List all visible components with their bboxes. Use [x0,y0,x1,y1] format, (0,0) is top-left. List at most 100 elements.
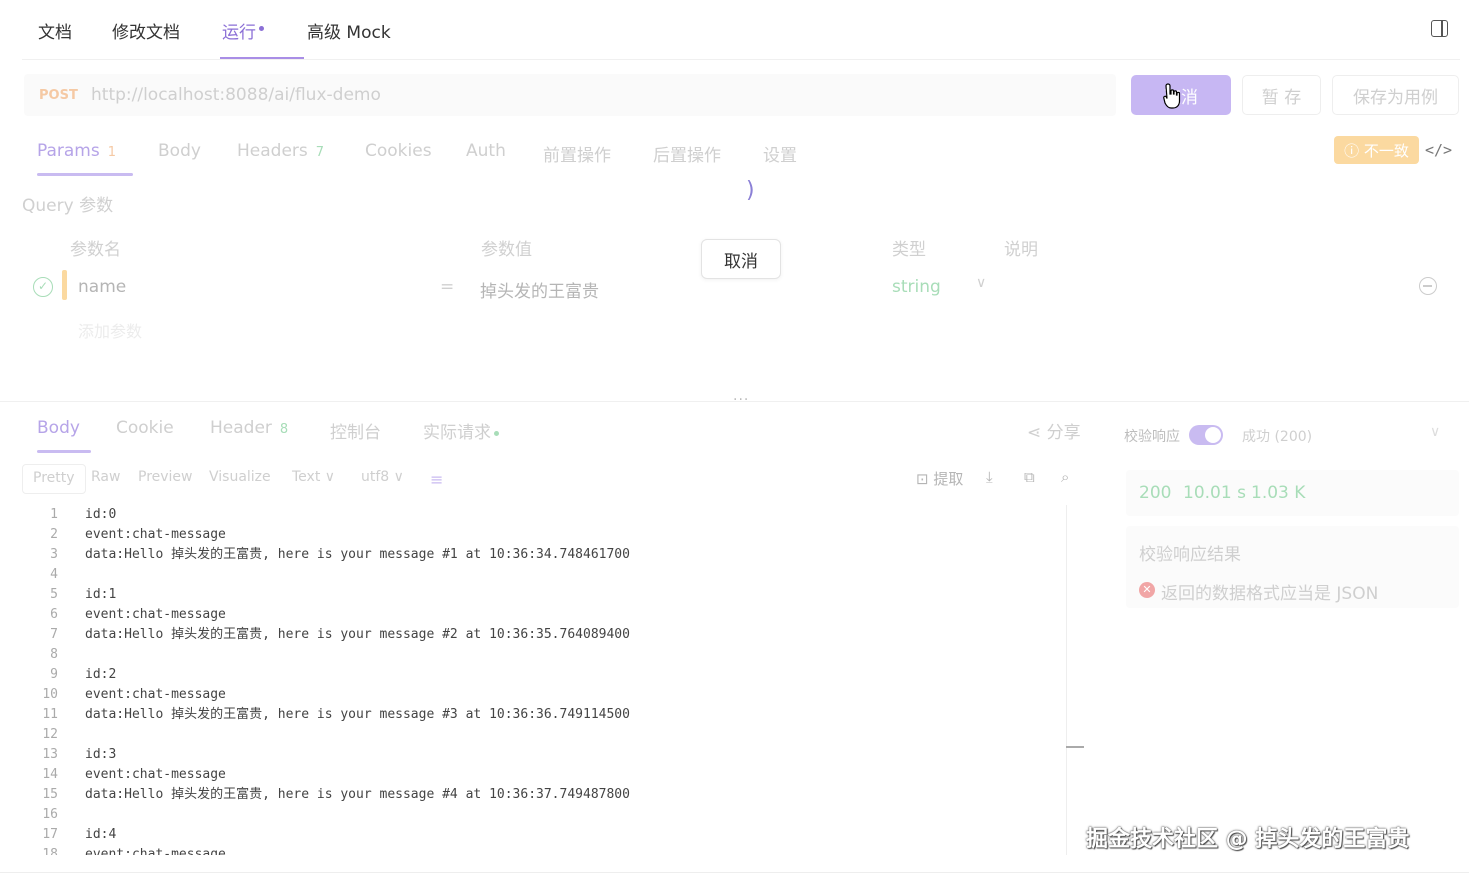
col-header-desc: 说明 [1004,240,1038,260]
res-tab-header-badge: 8 [279,422,289,437]
req-tab-body[interactable]: Body [158,141,201,161]
res-tab-cookie[interactable]: Cookie [116,418,174,438]
res-tab-header-label: Header [210,418,272,438]
error-icon: ✕ [1139,582,1155,598]
format-raw[interactable]: Raw [91,469,120,485]
validation-result: 校验响应结果 ✕ 返回的数据格式应当是 JSON [1126,526,1459,608]
req-tab-settings[interactable]: 设置 [763,141,797,166]
param-type-select[interactable]: string [892,277,941,297]
copy-icon[interactable]: ⧉ [1024,468,1035,486]
status-dot [494,430,499,436]
res-tab-console[interactable]: 控制台 [330,418,381,443]
req-tab-headers-badge: 7 [315,145,325,160]
validate-response-label: 校验响应 [1124,429,1180,445]
code-scrollbar[interactable] [1066,505,1067,855]
panel-toggle-icon[interactable] [1431,20,1448,37]
res-tab-console-label: 控制台 [330,423,381,443]
mismatch-label: 不一致 [1363,141,1409,160]
tab-docs[interactable]: 文档 [38,18,72,43]
wrap-lines-icon[interactable]: ≡ [430,470,443,489]
req-tab-post-ops-label: 后置操作 [653,146,721,166]
tab-advanced-mock[interactable]: 高级 Mock [307,18,391,43]
validate-toggle[interactable] [1189,425,1223,445]
row-indicator [62,270,67,300]
check-circle-icon[interactable]: ✓ [33,277,53,297]
scroll-thumb[interactable] [1066,746,1084,748]
req-tab-headers[interactable]: Headers 7 [237,141,324,161]
remove-param-icon[interactable] [1419,277,1437,295]
response-body-viewer[interactable]: 1 id:0 2 event:chat-message 3 data:Hello 掉头发的… [22,505,1062,855]
url-input[interactable]: http://localhost:8088/ai/flux-demo [91,85,381,105]
http-method[interactable]: POST [39,88,78,103]
code-line: 1 id:0 [22,505,1062,525]
line-number: 4 [50,567,58,582]
watermark: 掘金技术社区 @ 掉头发的王富贵 [1086,827,1410,852]
line-number: 1 [50,507,58,522]
code-line: 11 data:Hello 掉头发的王富贵, here is your messa… [22,705,1062,725]
req-tab-params[interactable]: Params 1 [37,141,116,161]
col-header-value: 参数值 [481,240,532,260]
add-param-input[interactable]: 添加参数 [78,318,142,342]
res-tab-actual-request[interactable]: 实际请求 [423,418,499,443]
format-visualize[interactable]: Visualize [209,469,271,485]
line-number: 5 [50,587,58,602]
line-number: 13 [42,747,58,762]
req-tab-pre-ops[interactable]: 前置操作 [543,141,611,166]
format-type-select[interactable]: Text ∨ [292,469,335,485]
loading-spinner-icon: ) [746,178,755,203]
req-tab-cookies[interactable]: Cookies [365,141,432,161]
line-number: 15 [42,787,58,802]
req-tab-auth-label: Auth [466,141,506,161]
code-icon[interactable]: </> [1425,141,1452,159]
line-number: 7 [50,627,58,642]
chevron-down-icon[interactable]: ∨ [976,275,986,291]
mismatch-badge[interactable]: ⓘ 不一致 [1334,136,1419,164]
tab-docs-label: 文档 [38,23,72,43]
url-bar[interactable]: POST http://localhost:8088/ai/flux-demo [24,74,1116,116]
res-tab-body[interactable]: Body [37,418,80,438]
res-tab-body-label: Body [37,418,80,438]
line-content: id:1 [85,587,117,602]
res-tab-header[interactable]: Header 8 [210,418,288,438]
response-time: 10.01 s [1183,483,1246,503]
line-number: 6 [50,607,58,622]
format-pretty[interactable]: Pretty [22,464,86,494]
line-content: data:Hello 掉头发的王富贵, here is your message… [85,707,630,722]
encoding-select[interactable]: utf8 ∨ [361,469,404,485]
tab-run[interactable]: 运行 [222,18,264,43]
param-value-input[interactable]: 掉头发的王富贵 [480,277,599,302]
cancel-request-button[interactable]: 取消 [1131,75,1231,115]
top-tab-bar: 文档 修改文档 运行 高级 Mock [22,0,1460,60]
col-header-type: 类型 [892,240,926,260]
cancel-popup-button[interactable]: 取消 [701,239,781,279]
extract-button[interactable]: ⊡ 提取 [916,468,963,489]
query-section-title: Query 参数 [22,196,114,216]
share-button[interactable]: ⋖ 分享 [1027,418,1081,443]
code-line: 15 data:Hello 掉头发的王富贵, here is your messa… [22,785,1062,805]
code-line: 9 id:2 [22,665,1062,685]
req-tab-cookies-label: Cookies [365,141,432,161]
req-tab-params-badge: 1 [107,145,117,160]
line-number: 12 [42,727,58,742]
top-tab-underline [220,57,304,59]
extract-icon: ⊡ [916,470,934,488]
format-type-label: Text [292,469,321,485]
validation-case-select[interactable]: 成功 (200) [1242,426,1312,446]
req-tab-params-label: Params [37,141,100,161]
tab-edit-docs[interactable]: 修改文档 [112,18,180,43]
line-number: 8 [50,647,58,662]
run-status-dot [259,26,264,31]
format-preview[interactable]: Preview [138,469,193,485]
code-line: 4 [22,565,1062,585]
param-name-input[interactable]: name [78,277,126,297]
save-temp-button[interactable]: 暂 存 [1242,75,1321,115]
drag-handle-icon[interactable]: ··· [733,392,749,408]
save-as-case-button[interactable]: 保存为用例 [1332,75,1459,115]
chevron-down-icon[interactable]: ∨ [1430,424,1440,440]
search-icon[interactable]: ⌕ [1061,468,1069,486]
cancel-popup-label: 取消 [724,251,758,272]
save-as-case-label: 保存为用例 [1353,87,1438,108]
req-tab-auth[interactable]: Auth [466,141,506,161]
download-icon[interactable]: ⤓ [986,468,993,486]
req-tab-post-ops[interactable]: 后置操作 [653,141,721,166]
